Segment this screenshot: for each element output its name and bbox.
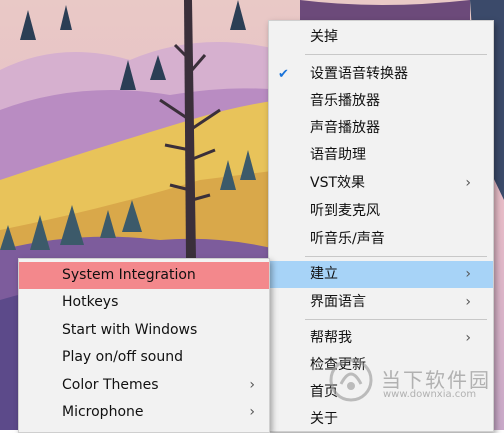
menu-item-label: Start with Windows	[62, 322, 198, 338]
watermark-logo-icon	[329, 358, 373, 402]
menu-item-help[interactable]: 帮帮我 ›	[269, 325, 493, 352]
watermark-url: www.downxia.com	[383, 389, 477, 400]
menu-item-label: 音乐播放器	[310, 93, 380, 109]
settings-submenu: System Integration Hotkeys Start with Wi…	[18, 258, 270, 433]
submenu-item-system-integration[interactable]: System Integration	[19, 262, 269, 289]
menu-item-close[interactable]: 关掉	[269, 24, 493, 51]
menu-item-label: 帮帮我	[310, 330, 352, 346]
menu-item-label: Microphone	[62, 404, 144, 420]
menu-item-label: 关掉	[310, 29, 338, 45]
menu-item-about[interactable]: 关于	[269, 406, 493, 433]
submenu-item-play-sound[interactable]: Play on/off sound	[19, 344, 269, 371]
chevron-right-icon: ›	[249, 377, 255, 393]
menu-item-label: 关于	[310, 411, 338, 427]
menu-item-label: 声音播放器	[310, 120, 380, 136]
menu-item-music-player[interactable]: 音乐播放器	[269, 88, 493, 115]
menu-item-label: VST效果	[310, 175, 366, 191]
menu-separator	[305, 54, 487, 55]
submenu-item-start-with-windows[interactable]: Start with Windows	[19, 317, 269, 344]
chevron-right-icon: ›	[465, 294, 471, 310]
menu-item-voice-changer[interactable]: ✔ 设置语音转换器	[269, 61, 493, 88]
menu-item-label: System Integration	[62, 267, 196, 283]
submenu-item-color-themes[interactable]: Color Themes ›	[19, 372, 269, 399]
menu-item-hear-music[interactable]: 听音乐/声音	[269, 226, 493, 253]
menu-item-label: Play on/off sound	[62, 349, 183, 365]
menu-item-label: 听到麦克风	[310, 203, 380, 219]
menu-item-label: 建立	[310, 266, 338, 282]
chevron-right-icon: ›	[465, 175, 471, 191]
menu-item-voice-assistant[interactable]: 语音助理	[269, 142, 493, 169]
chevron-right-icon: ›	[465, 266, 471, 282]
menu-item-vst-effects[interactable]: VST效果 ›	[269, 170, 493, 197]
menu-item-hear-microphone[interactable]: 听到麦克风	[269, 198, 493, 225]
menu-item-settings[interactable]: 建立 ›	[269, 261, 493, 288]
chevron-right-icon: ›	[465, 330, 471, 346]
chevron-right-icon: ›	[249, 404, 255, 420]
menu-item-label: Color Themes	[62, 377, 159, 393]
menu-item-interface-language[interactable]: 界面语言 ›	[269, 289, 493, 316]
menu-item-label: 语音助理	[310, 147, 366, 163]
menu-item-sound-player[interactable]: 声音播放器	[269, 115, 493, 142]
menu-separator	[305, 256, 487, 257]
menu-item-label: Hotkeys	[62, 294, 119, 310]
menu-separator	[305, 319, 487, 320]
menu-item-label: 界面语言	[310, 294, 366, 310]
menu-item-label: 听音乐/声音	[310, 231, 385, 247]
submenu-item-microphone[interactable]: Microphone ›	[19, 399, 269, 426]
submenu-item-hotkeys[interactable]: Hotkeys	[19, 289, 269, 316]
site-watermark: 当下软件园 www.downxia.com	[325, 356, 504, 404]
menu-item-label: 设置语音转换器	[310, 66, 408, 82]
checkmark-icon: ✔	[278, 67, 289, 82]
